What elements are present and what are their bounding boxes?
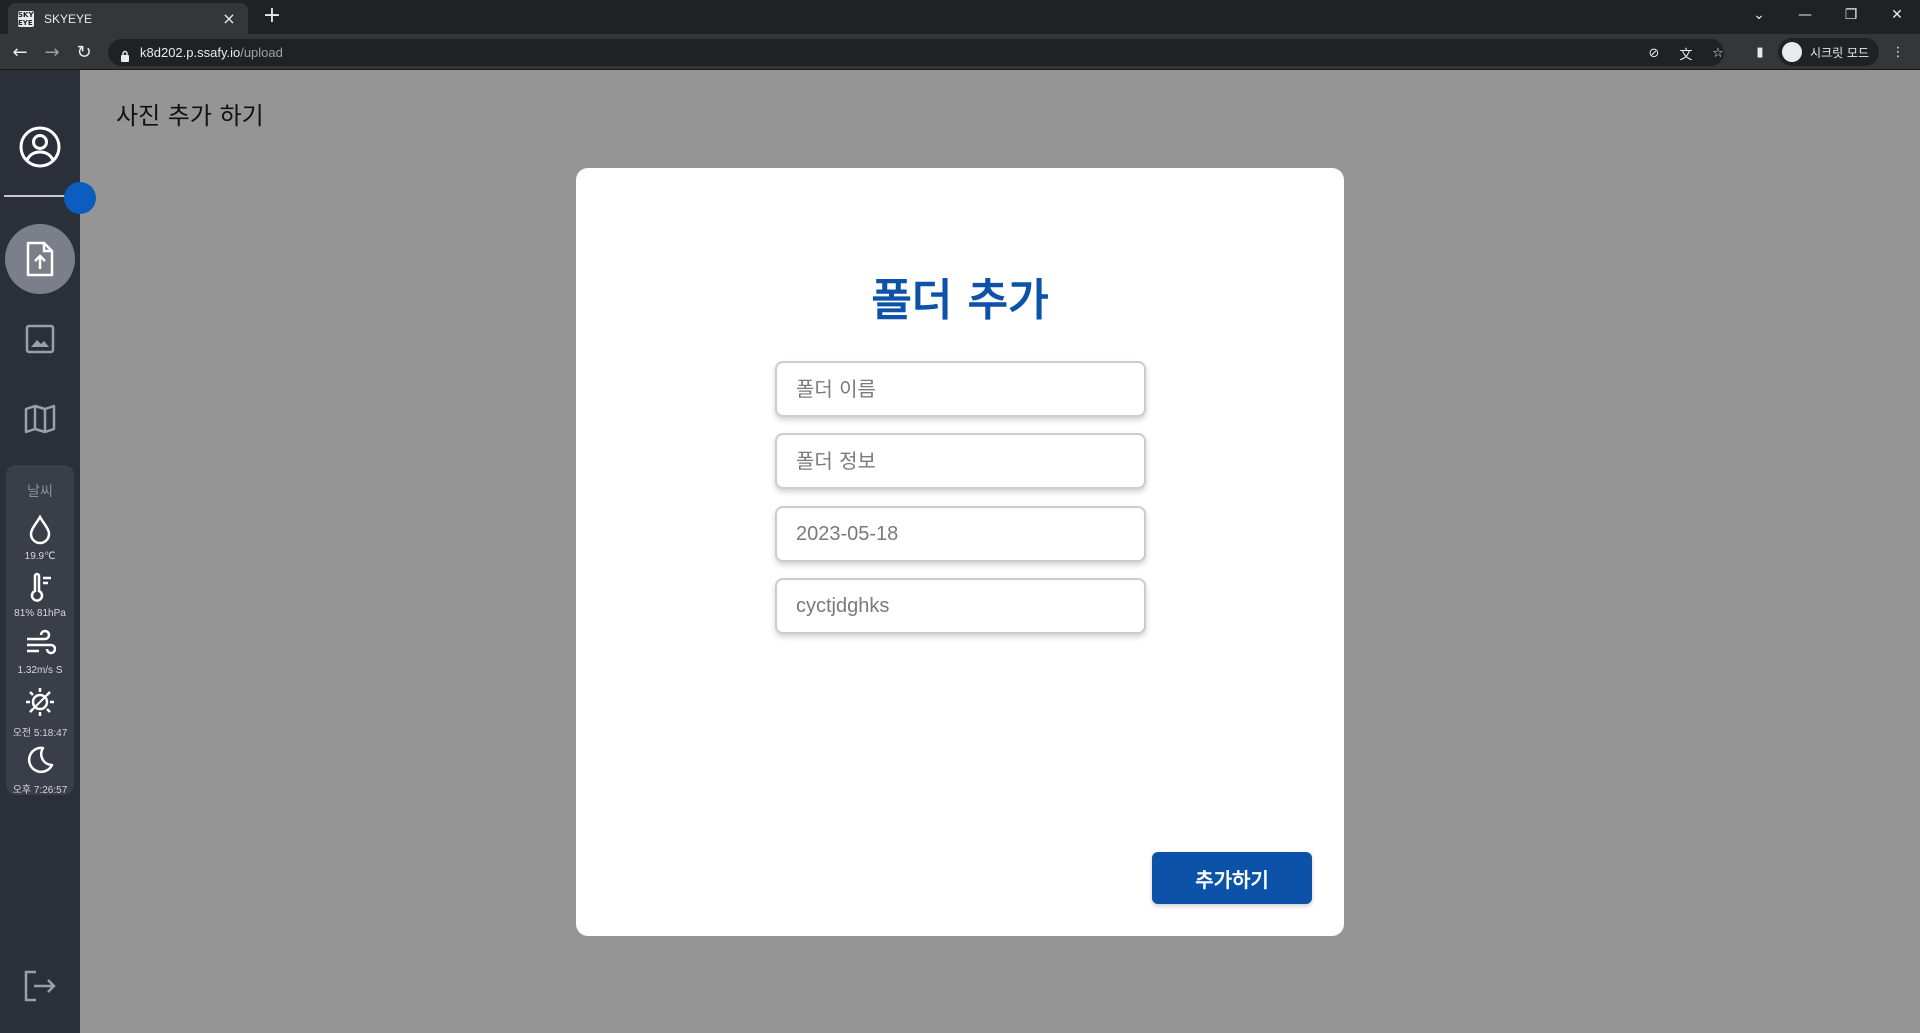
thermometer-icon xyxy=(30,572,51,602)
url-text: k8d202.p.ssafy.io/upload xyxy=(140,45,283,60)
modal-title: 폴더 추가 xyxy=(871,275,1049,326)
side-panel-icon[interactable]: ▮ xyxy=(1752,44,1768,60)
sidebar-toggle[interactable] xyxy=(64,182,96,214)
minimize-icon[interactable]: — xyxy=(1782,0,1828,30)
add-folder-modal: 폴더 추가 추가하기 xyxy=(576,168,1344,936)
restore-icon[interactable]: ❐ xyxy=(1828,0,1874,30)
close-icon[interactable]: × xyxy=(220,9,238,28)
reload-icon[interactable]: ↻ xyxy=(72,40,96,64)
main-content: 사진 추가 하기 폴더 추가 추가하기 xyxy=(80,70,1920,1033)
weather-wind: 1.32m/s S xyxy=(6,629,74,676)
window-close-icon[interactable]: ✕ xyxy=(1874,0,1920,30)
bookmark-star-icon[interactable]: ☆ xyxy=(1710,45,1726,61)
browser-tab-strip: SKY EYE SKYEYE × + ⌄ — ❐ ✕ xyxy=(0,0,1920,34)
weather-panel: 날씨 19.9℃ 81% 81hPa 1.32m/s S 오전 5:18:47 … xyxy=(6,465,74,796)
tracking-blocked-icon[interactable]: ⊘ xyxy=(1646,45,1662,61)
incognito-label: 시크릿 모드 xyxy=(1810,45,1870,60)
add-folder-submit-button[interactable]: 추가하기 xyxy=(1152,852,1312,904)
folder-info-input[interactable] xyxy=(775,433,1146,489)
sidebar-divider xyxy=(4,195,66,197)
moon-icon xyxy=(27,746,54,774)
droplet-icon xyxy=(29,514,51,545)
weather-title: 날씨 xyxy=(27,484,53,500)
incognito-badge[interactable]: 시크릿 모드 xyxy=(1778,38,1880,66)
nav-gallery[interactable] xyxy=(5,304,75,374)
weather-temp: 19.9℃ xyxy=(6,514,74,562)
profile-button[interactable] xyxy=(5,112,75,182)
wind-icon xyxy=(27,629,57,655)
date-input[interactable] xyxy=(775,506,1146,562)
back-arrow-icon[interactable]: ← xyxy=(8,40,32,64)
sunrise-icon xyxy=(26,688,54,716)
sidebar: 날씨 19.9℃ 81% 81hPa 1.32m/s S 오전 5:18:47 … xyxy=(0,70,96,1033)
folder-name-input[interactable] xyxy=(775,361,1146,417)
menu-kebab-icon[interactable]: ⋮ xyxy=(1890,44,1906,60)
weather-humidity-pressure: 81% 81hPa xyxy=(6,572,74,619)
tab-search-icon[interactable]: ⌄ xyxy=(1736,0,1782,30)
new-tab-button[interactable]: + xyxy=(260,4,284,28)
weather-sunset: 오후 7:26:57 xyxy=(6,745,74,796)
upload-file-icon xyxy=(26,241,54,277)
favicon-icon: SKY EYE xyxy=(18,10,34,27)
app-root: 날씨 19.9℃ 81% 81hPa 1.32m/s S 오전 5:18:47 … xyxy=(0,70,1920,1033)
image-icon xyxy=(25,324,55,354)
translate-icon[interactable]: 文 xyxy=(1678,45,1694,63)
logout-icon xyxy=(24,970,56,1002)
browser-toolbar: ← → ↻ k8d202.p.ssafy.io/upload ⊘ 文 ☆ ▮ 시… xyxy=(0,34,1920,70)
incognito-icon xyxy=(1782,42,1802,62)
nav-map[interactable] xyxy=(5,384,75,454)
weather-sunrise: 오전 5:18:47 xyxy=(6,686,74,739)
browser-tab[interactable]: SKY EYE SKYEYE × xyxy=(8,3,248,34)
logout-button[interactable] xyxy=(22,968,58,1004)
tab-title: SKYEYE xyxy=(44,11,93,26)
user-circle-icon xyxy=(19,126,61,168)
map-icon xyxy=(24,404,56,434)
page-title: 사진 추가 하기 xyxy=(116,102,264,130)
address-bar[interactable]: k8d202.p.ssafy.io/upload ⊘ 文 ☆ xyxy=(108,39,1724,66)
lock-icon xyxy=(120,47,130,62)
nav-upload[interactable] xyxy=(5,224,75,294)
extra-input[interactable] xyxy=(775,578,1146,634)
forward-arrow-icon[interactable]: → xyxy=(40,40,64,64)
